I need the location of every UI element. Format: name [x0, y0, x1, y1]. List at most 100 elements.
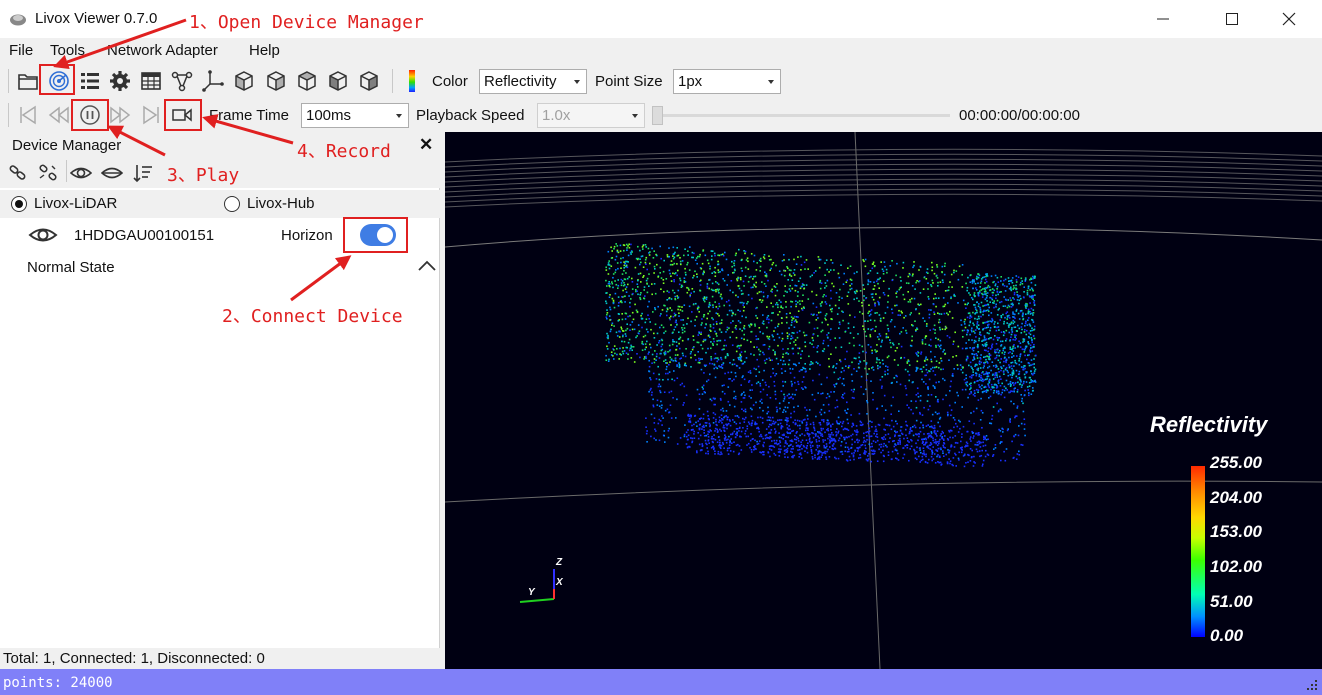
- menu-network-adapter[interactable]: Network Adapter: [107, 42, 218, 59]
- view-iso-button[interactable]: [357, 69, 381, 93]
- playback-speed-select[interactable]: 1.0x: [537, 103, 645, 128]
- playback-speed-value: 1.0x: [542, 107, 571, 124]
- menu-tools[interactable]: Tools: [50, 42, 85, 59]
- annotation-connect-device: 2、Connect Device: [222, 306, 403, 327]
- maximize-button[interactable]: [1209, 0, 1255, 38]
- legend-value: 0.00: [1210, 626, 1244, 645]
- unlink-icon: [39, 164, 57, 181]
- table-icon: [141, 72, 161, 90]
- folder-icon: [18, 74, 38, 90]
- view-side-button[interactable]: [264, 69, 288, 93]
- axis-z-label: Z: [556, 557, 563, 568]
- hide-all-button[interactable]: [100, 162, 124, 184]
- cube-icon: [360, 71, 378, 91]
- color-mode-select[interactable]: Reflectivity: [479, 69, 587, 94]
- color-mode-value: Reflectivity: [484, 73, 557, 90]
- fast-forward-button[interactable]: [108, 103, 132, 127]
- annotation-record: 4、Record: [297, 141, 391, 162]
- point-size-value: 1px: [678, 73, 703, 90]
- annotation-play: 3、Play: [167, 165, 240, 186]
- point-size-select[interactable]: 1px: [673, 69, 781, 94]
- point-cloud: [605, 243, 1037, 468]
- progress-slider-track[interactable]: [652, 114, 950, 117]
- annotation-highlight-play: [71, 99, 109, 131]
- menu-help[interactable]: Help: [249, 42, 280, 59]
- device-status: Normal State: [27, 259, 115, 276]
- frame-time-value: 100ms: [306, 107, 352, 124]
- show-all-button[interactable]: [69, 162, 93, 184]
- window-title: Livox Viewer 0.7.0: [35, 10, 158, 27]
- annotation-highlight-connect-toggle: [343, 217, 408, 253]
- gear-icon: [110, 71, 130, 91]
- network-button[interactable]: [170, 69, 194, 93]
- legend-value: 102.00: [1210, 557, 1262, 576]
- minimize-button[interactable]: [1140, 0, 1186, 38]
- chevron-down-icon: [632, 114, 638, 118]
- view-front-button[interactable]: [232, 69, 256, 93]
- annotation-highlight-device-manager: [39, 64, 75, 95]
- annotation-highlight-record: [164, 99, 202, 131]
- connect-all-button[interactable]: [6, 162, 30, 184]
- legend-value: 51.00: [1210, 592, 1253, 611]
- skip-start-button[interactable]: [16, 103, 40, 127]
- point-size-label: Point Size: [595, 73, 663, 90]
- list-icon: [81, 73, 99, 89]
- legend-value: 255.00: [1210, 453, 1262, 472]
- table-button[interactable]: [139, 69, 163, 93]
- radio-livox-hub-label[interactable]: Livox-Hub: [247, 195, 315, 212]
- color-gradient-icon: [409, 70, 415, 92]
- close-button[interactable]: [1266, 0, 1312, 38]
- cube-icon: [329, 71, 347, 91]
- cube-icon: [235, 71, 253, 91]
- eye-closed-icon: [101, 167, 123, 179]
- app-logo-icon: [10, 14, 26, 26]
- frame-time-label: Frame Time: [209, 107, 290, 124]
- radio-livox-lidar-label[interactable]: Livox-LiDAR: [34, 195, 117, 212]
- frame-time-select[interactable]: 100ms: [301, 103, 409, 128]
- point-cloud-viewport[interactable]: Z X Y Reflectivity 255.00 204.00 153.00 …: [445, 132, 1322, 669]
- settings-button[interactable]: [108, 69, 132, 93]
- eye-icon: [70, 167, 92, 179]
- chevron-down-icon: [396, 114, 402, 118]
- link-icon: [9, 165, 26, 180]
- menu-file[interactable]: File: [9, 42, 33, 59]
- playback-speed-label: Playback Speed: [416, 107, 525, 124]
- device-manager-panel: Device Manager ✕ Livox-LiDAR Livox-Hub 1…: [0, 132, 440, 669]
- coordinate-button[interactable]: [201, 69, 225, 93]
- chevron-up-icon[interactable]: [417, 259, 437, 273]
- menu-bar: File Tools Network Adapter Help: [0, 38, 1322, 64]
- view-top-button[interactable]: [295, 69, 319, 93]
- resize-grip-icon[interactable]: [1306, 679, 1318, 691]
- legend-value: 153.00: [1210, 522, 1262, 541]
- network-icon: [171, 71, 193, 92]
- color-label: Color: [432, 73, 468, 90]
- chevron-down-icon: [574, 80, 580, 84]
- status-bar: points: 24000: [0, 669, 1322, 695]
- axis-gizmo: [519, 569, 555, 603]
- disconnect-all-button[interactable]: [36, 162, 60, 184]
- legend-color-bar: [1191, 466, 1205, 637]
- skip-forward-icon: [143, 105, 159, 125]
- skip-back-icon: [20, 105, 36, 125]
- progress-slider-handle[interactable]: [652, 106, 663, 125]
- point-count: points: 24000: [3, 675, 113, 691]
- device-model: Horizon: [281, 227, 333, 244]
- radio-livox-lidar[interactable]: [11, 196, 27, 212]
- rewind-button[interactable]: [47, 103, 71, 127]
- axis-icon: [202, 70, 224, 92]
- minimize-icon: [1157, 18, 1169, 20]
- maximize-icon: [1226, 13, 1238, 25]
- open-file-button[interactable]: [16, 69, 40, 93]
- eye-icon[interactable]: [28, 224, 58, 246]
- view-back-button[interactable]: [326, 69, 350, 93]
- main-toolbar: Color Reflectivity Point Size 1px: [0, 64, 1322, 98]
- sort-icon: [133, 165, 152, 183]
- color-palette-icon: [400, 69, 424, 93]
- panel-close-button[interactable]: ✕: [419, 135, 433, 155]
- list-view-button[interactable]: [78, 69, 102, 93]
- cube-icon: [298, 71, 316, 91]
- radio-livox-hub[interactable]: [224, 196, 240, 212]
- skip-end-button[interactable]: [139, 103, 163, 127]
- sort-button[interactable]: [131, 162, 155, 184]
- close-icon: [1282, 12, 1296, 26]
